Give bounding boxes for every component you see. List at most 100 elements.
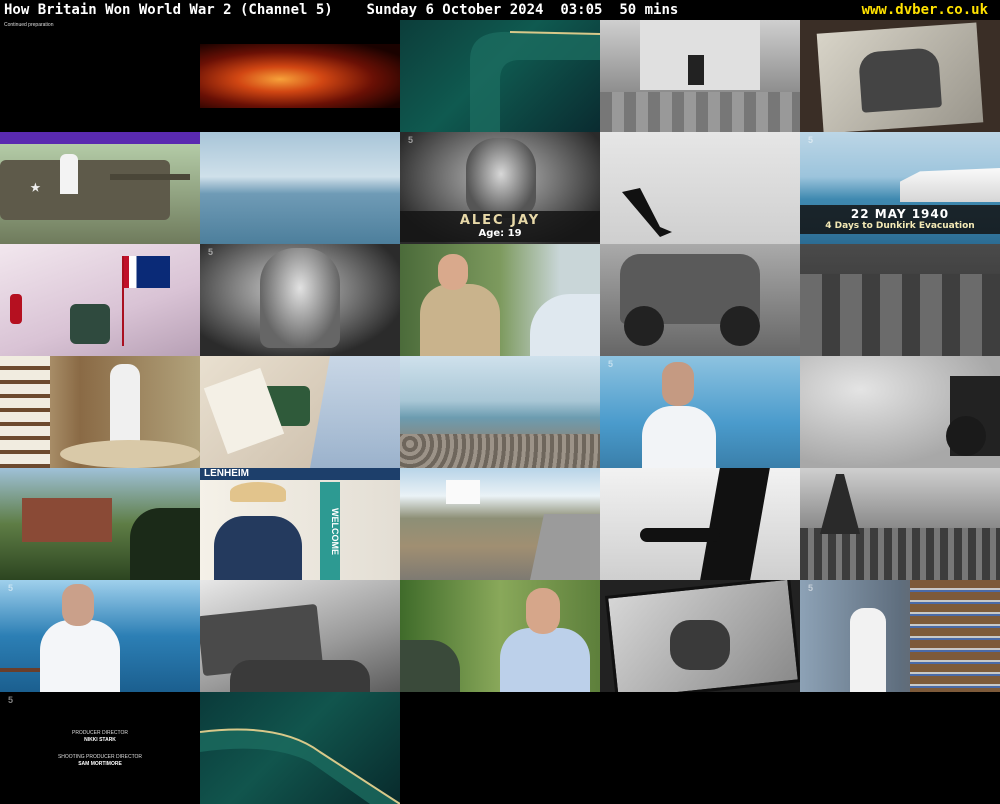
header-bar: How Britain Won World War 2 (Channel 5) … — [0, 0, 1000, 20]
small-caption: Continued preparation — [4, 22, 54, 28]
caption-subtitle: 4 Days to Dunkirk Evacuation — [825, 221, 975, 231]
crane — [820, 474, 860, 534]
credit-role-1: PRODUCER DIRECTOR — [71, 730, 129, 736]
presenter-head — [662, 362, 694, 406]
thumbnail-30[interactable]: 5 PRODUCER DIRECTOR NIKKI STARK SHOOTING… — [0, 692, 200, 804]
credit-role-2: SHOOTING PRODUCER DIRECTOR — [57, 754, 143, 760]
promenade — [530, 514, 600, 580]
interviewee — [420, 284, 500, 356]
table-map — [60, 440, 200, 468]
courtyard — [600, 92, 800, 132]
thumbnail-16[interactable] — [200, 356, 400, 468]
wheel — [624, 306, 664, 346]
white-cliffs — [900, 168, 1000, 202]
thumbnail-28[interactable] — [600, 580, 800, 692]
presenter — [60, 154, 78, 194]
programme-title: How Britain Won World War 2 (Channel 5) — [4, 2, 333, 18]
tank — [0, 160, 170, 220]
map-england — [310, 356, 400, 468]
thumbnail-4[interactable] — [800, 20, 1000, 132]
programme-datetime: Sunday 6 October 2024 03:05 50 mins — [366, 2, 679, 18]
thumbnail-23[interactable] — [600, 468, 800, 580]
credit-name-2: SAM MORTIMORE — [78, 761, 122, 767]
soldiers — [230, 660, 370, 692]
thumbnail-19[interactable] — [800, 356, 1000, 468]
pebble-beach — [400, 434, 600, 468]
interviewer-shoulder — [530, 294, 600, 356]
wheel — [720, 306, 760, 346]
channel-logo: 5 — [8, 695, 14, 705]
promo-banner — [0, 132, 200, 144]
fire-image — [200, 44, 400, 108]
bookshelf — [0, 356, 50, 468]
channel5-ident — [200, 728, 400, 804]
channel-logo: 5 — [8, 583, 14, 593]
presenter — [40, 620, 120, 692]
portrait-face — [466, 138, 536, 218]
channel-logo: 5 — [808, 583, 814, 593]
thumbnail-10[interactable] — [0, 244, 200, 356]
channel-logo: 5 — [608, 359, 614, 369]
dockyard-ruins — [800, 528, 1000, 580]
wheel — [946, 416, 986, 456]
aircraft-wing — [700, 468, 770, 580]
thumbnail-20[interactable] — [0, 468, 200, 580]
machine-wiring — [910, 580, 1000, 692]
thumbnail-26[interactable] — [200, 580, 400, 692]
soldiers-group — [800, 274, 1000, 356]
welcome-banner: WELCOME — [320, 482, 340, 580]
caption-bar: 22 MAY 1940 4 Days to Dunkirk Evacuation — [800, 205, 1000, 234]
thumbnail-9[interactable]: 5 22 MAY 1940 4 Days to Dunkirk Evacuati… — [800, 132, 1000, 244]
flag-pole — [122, 256, 124, 346]
star-icon: ★ — [30, 176, 41, 197]
toy-soldiers — [70, 304, 110, 344]
thumbnail-2[interactable] — [400, 20, 600, 132]
thumbnail-22[interactable] — [400, 468, 600, 580]
pilot-photo — [670, 620, 730, 670]
thumbnail-8[interactable] — [600, 132, 800, 244]
channel-logo: 5 — [208, 247, 214, 257]
thumbnail-21[interactable]: LENHEIM WELCOME — [200, 468, 400, 580]
interviewee-head — [526, 588, 560, 634]
thumbnail-31[interactable] — [200, 692, 400, 804]
tank-gun — [110, 174, 190, 180]
thumbnail-0[interactable]: Continued preparation — [0, 20, 200, 132]
interviewee — [500, 628, 590, 692]
thumbnail-17[interactable] — [400, 356, 600, 468]
white-cliffs — [446, 480, 480, 504]
thumbnail-7[interactable]: 5 ALEC JAY Age: 19 — [400, 132, 600, 244]
presenter — [642, 406, 716, 468]
thumbnail-14[interactable] — [800, 244, 1000, 356]
speaker — [214, 516, 302, 580]
credit-name-1: NIKKI STARK — [84, 737, 116, 743]
union-flag — [122, 256, 170, 288]
thumbnail-24[interactable] — [800, 468, 1000, 580]
silhouette-figures — [130, 508, 200, 580]
caption-date: 22 MAY 1940 — [850, 207, 950, 221]
thumbnail-3[interactable] — [600, 20, 800, 132]
country-house — [22, 498, 112, 542]
presenter-head — [62, 584, 94, 626]
thumbnail-12[interactable] — [400, 244, 600, 356]
thumbnail-25[interactable]: 5 — [0, 580, 200, 692]
interviewee-head — [438, 254, 468, 290]
site-link[interactable]: www.dvber.co.uk — [862, 0, 988, 20]
thumbnail-13[interactable] — [600, 244, 800, 356]
thumbnail-5[interactable]: ★ — [0, 132, 200, 244]
interviewer-shoulder — [400, 640, 460, 692]
thumbnail-1[interactable] — [200, 20, 400, 132]
thumbnail-11[interactable]: 5 — [200, 244, 400, 356]
bomb — [640, 528, 720, 542]
thumbnail-grid: Continued preparation ★ 5 ALEC JAY Age: … — [0, 20, 1000, 804]
channel-logo: 5 — [808, 135, 814, 145]
caption-name: ALEC JAY — [459, 213, 541, 228]
thumbnail-27[interactable] — [400, 580, 600, 692]
portrait-face — [260, 248, 340, 348]
thumbnail-29[interactable]: 5 — [800, 580, 1000, 692]
aircraft-silhouette — [622, 188, 672, 237]
thumbnail-15[interactable] — [0, 356, 200, 468]
channel5-ident — [470, 31, 600, 132]
thumbnail-18[interactable]: 5 — [600, 356, 800, 468]
thumbnail-6[interactable] — [200, 132, 400, 244]
caption-age: Age: 19 — [478, 228, 522, 239]
